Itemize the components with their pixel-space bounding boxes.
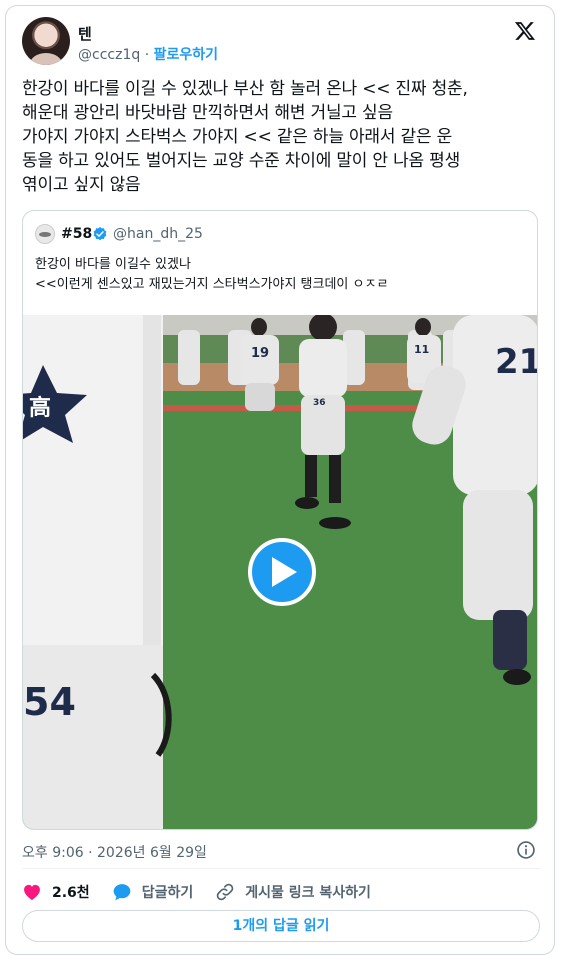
author-handle[interactable]: @cccz1q bbox=[78, 47, 140, 63]
author-handle-line: @cccz1q · 팔로우하기 bbox=[78, 44, 218, 64]
jersey-number: 19 bbox=[251, 346, 269, 361]
handle-separator: · bbox=[144, 47, 150, 63]
tweet-card: 텐 @cccz1q · 팔로우하기 한강이 바다를 이길 수 있겠나 부산 함 … bbox=[5, 5, 555, 955]
player-54-foreground: 高 54 bbox=[23, 315, 172, 829]
reply-action-button[interactable]: 답글하기 bbox=[112, 882, 194, 902]
copy-link-label: 게시물 링크 복사하기 bbox=[245, 885, 371, 901]
follow-button[interactable]: 팔로우하기 bbox=[154, 47, 218, 63]
tweet-text: 한강이 바다를 이길 수 있겠나 부산 함 놀러 온나 << 진짜 청춘, 해운… bbox=[22, 79, 468, 195]
jersey-number: 21 bbox=[495, 342, 538, 382]
heart-icon bbox=[24, 884, 40, 900]
like-button[interactable]: 2.6천 bbox=[22, 882, 90, 902]
reply-label: 답글하기 bbox=[141, 885, 194, 901]
author-avatar[interactable] bbox=[22, 17, 70, 65]
quote-author-avatar bbox=[35, 224, 55, 244]
divider bbox=[22, 868, 540, 869]
verified-badge-icon bbox=[93, 227, 107, 241]
play-button[interactable] bbox=[248, 538, 316, 606]
link-icon bbox=[216, 883, 234, 901]
jersey-number: 36 bbox=[313, 398, 326, 408]
reply-bubble-icon bbox=[113, 884, 131, 901]
read-replies-button[interactable]: 1개의 답글 읽기 bbox=[22, 910, 540, 942]
play-icon bbox=[272, 557, 297, 587]
jersey-number: 54 bbox=[23, 680, 76, 724]
info-icon[interactable] bbox=[516, 840, 536, 860]
author-name[interactable]: 텐 bbox=[78, 23, 92, 44]
post-timestamp[interactable]: 오후 9:06 · 2026년 6월 29일 bbox=[22, 842, 207, 862]
video-player[interactable]: 19 11 36 21 高 54 bbox=[23, 315, 538, 829]
quote-author-name: #58 bbox=[61, 226, 93, 242]
quote-text: 한강이 바다를 이길수 있겠나 <<이런게 센스있고 재밌는거지 스타벅스가야지… bbox=[35, 257, 389, 292]
action-bar: 2.6천 답글하기 게시물 링크 복사하기 bbox=[22, 880, 393, 904]
jersey-number: 11 bbox=[414, 343, 429, 356]
quoted-tweet[interactable]: #58 @han_dh_25 한강이 바다를 이길수 있겠나 <<이런게 센스있… bbox=[22, 210, 538, 830]
quote-author-handle: @han_dh_25 bbox=[113, 226, 203, 242]
like-count: 2.6천 bbox=[52, 885, 90, 901]
copy-link-button[interactable]: 게시물 링크 복사하기 bbox=[215, 882, 371, 902]
emblem-text: 高 bbox=[29, 395, 51, 421]
x-logo-icon[interactable] bbox=[514, 20, 536, 42]
